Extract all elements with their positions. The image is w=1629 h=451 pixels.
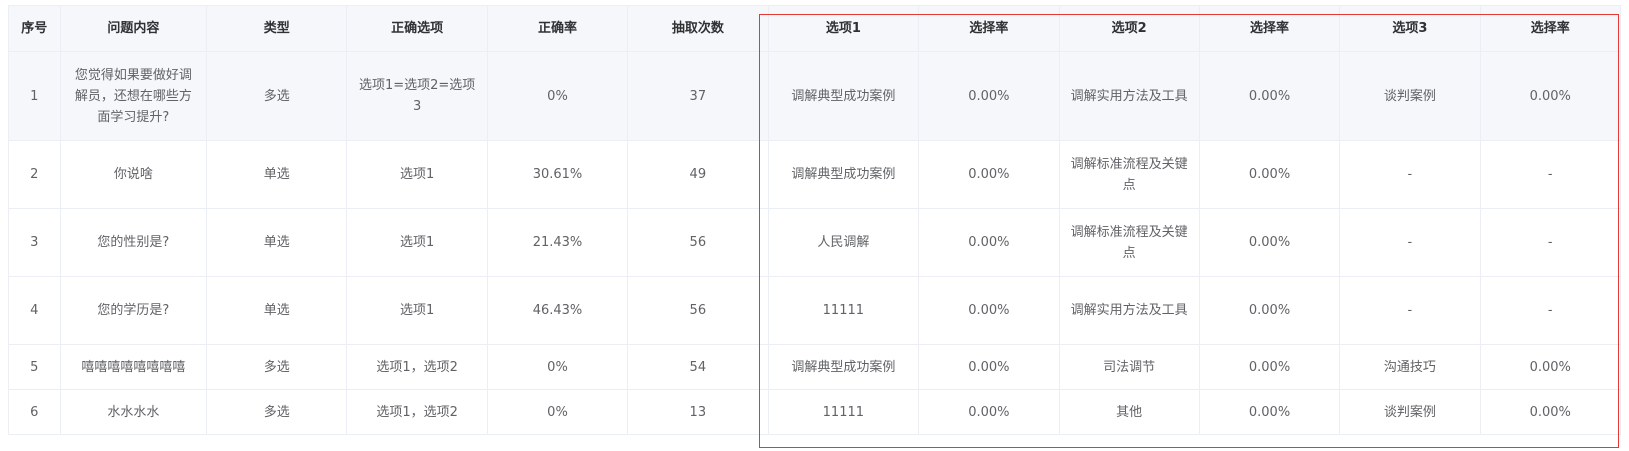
cell-correct-option: 选项1 bbox=[346, 208, 488, 277]
cell-option2: 调解实用方法及工具 bbox=[1058, 51, 1200, 141]
cell-index: 5 bbox=[8, 344, 61, 390]
cell-question: 您的性别是? bbox=[59, 208, 208, 277]
cell-question: 您的学历是? bbox=[59, 276, 208, 345]
table-row[interactable]: 1 您觉得如果要做好调解员，还想在哪些方面学习提升? 多选 选项1=选项2=选项… bbox=[8, 51, 1621, 141]
col-header-correct-option[interactable]: 正确选项 bbox=[346, 5, 488, 52]
cell-draw-count: 37 bbox=[627, 51, 769, 141]
cell-index: 2 bbox=[8, 140, 61, 209]
cell-correct-rate: 0% bbox=[486, 344, 629, 390]
col-header-type[interactable]: 类型 bbox=[206, 5, 348, 52]
cell-option2-rate: 0.00% bbox=[1198, 51, 1341, 141]
cell-question: 水水水水 bbox=[59, 389, 208, 435]
cell-option3: 沟通技巧 bbox=[1339, 344, 1481, 390]
col-header-option2[interactable]: 选项2 bbox=[1058, 5, 1200, 52]
table-row[interactable]: 4 您的学历是? 单选 选项1 46.43% 56 11111 0.00% 调解… bbox=[8, 276, 1621, 345]
cell-option3: - bbox=[1339, 276, 1481, 345]
col-header-option1-rate[interactable]: 选择率 bbox=[918, 5, 1060, 52]
cell-option1: 调解典型成功案例 bbox=[767, 51, 920, 141]
cell-option3: - bbox=[1339, 140, 1481, 209]
cell-question: 嘻嘻嘻嘻嘻嘻嘻嘻 bbox=[59, 344, 208, 390]
cell-option1-rate: 0.00% bbox=[918, 51, 1060, 141]
cell-option1: 人民调解 bbox=[767, 208, 920, 277]
cell-option1: 调解典型成功案例 bbox=[767, 140, 920, 209]
cell-option2-rate: 0.00% bbox=[1198, 208, 1341, 277]
cell-option1-rate: 0.00% bbox=[918, 140, 1060, 209]
cell-option1: 11111 bbox=[767, 276, 920, 345]
table-row[interactable]: 5 嘻嘻嘻嘻嘻嘻嘻嘻 多选 选项1，选项2 0% 54 调解典型成功案例 0.0… bbox=[8, 344, 1621, 390]
col-header-question[interactable]: 问题内容 bbox=[59, 5, 208, 52]
table-row[interactable]: 3 您的性别是? 单选 选项1 21.43% 56 人民调解 0.00% 调解标… bbox=[8, 208, 1621, 277]
cell-correct-option: 选项1 bbox=[346, 276, 488, 345]
col-header-option3[interactable]: 选项3 bbox=[1339, 5, 1481, 52]
col-header-option2-rate[interactable]: 选择率 bbox=[1198, 5, 1341, 52]
cell-option1-rate: 0.00% bbox=[918, 208, 1060, 277]
cell-option2: 调解标准流程及关键点 bbox=[1058, 140, 1200, 209]
table-body: 1 您觉得如果要做好调解员，还想在哪些方面学习提升? 多选 选项1=选项2=选项… bbox=[8, 51, 1621, 435]
cell-type: 多选 bbox=[206, 344, 348, 390]
cell-option3: - bbox=[1339, 208, 1481, 277]
cell-option3-rate: - bbox=[1479, 140, 1621, 209]
table-header: 序号 问题内容 类型 正确选项 正确率 抽取次数 选项1 选择率 选项2 选择率… bbox=[8, 5, 1621, 52]
cell-option2: 调解标准流程及关键点 bbox=[1058, 208, 1200, 277]
cell-option2-rate: 0.00% bbox=[1198, 140, 1341, 209]
cell-option2-rate: 0.00% bbox=[1198, 389, 1341, 435]
cell-type: 多选 bbox=[206, 389, 348, 435]
question-stats-table-wrapper: 序号 问题内容 类型 正确选项 正确率 抽取次数 选项1 选择率 选项2 选择率… bbox=[8, 5, 1621, 451]
cell-correct-rate: 0% bbox=[486, 389, 629, 435]
cell-option2-rate: 0.00% bbox=[1198, 344, 1341, 390]
cell-draw-count: 13 bbox=[627, 389, 769, 435]
question-stats-table: 序号 问题内容 类型 正确选项 正确率 抽取次数 选项1 选择率 选项2 选择率… bbox=[8, 5, 1621, 435]
cell-index: 1 bbox=[8, 51, 61, 141]
cell-index: 3 bbox=[8, 208, 61, 277]
col-header-option1[interactable]: 选项1 bbox=[767, 5, 920, 52]
cell-correct-option: 选项1，选项2 bbox=[346, 344, 488, 390]
cell-correct-option: 选项1 bbox=[346, 140, 488, 209]
cell-correct-rate: 0% bbox=[486, 51, 629, 141]
cell-index: 6 bbox=[8, 389, 61, 435]
cell-option1-rate: 0.00% bbox=[918, 389, 1060, 435]
cell-question: 你说啥 bbox=[59, 140, 208, 209]
cell-option3-rate: 0.00% bbox=[1479, 344, 1621, 390]
cell-index: 4 bbox=[8, 276, 61, 345]
cell-option3: 谈判案例 bbox=[1339, 389, 1481, 435]
cell-draw-count: 49 bbox=[627, 140, 769, 209]
col-header-option3-rate[interactable]: 选择率 bbox=[1479, 5, 1621, 52]
cell-correct-rate: 21.43% bbox=[486, 208, 629, 277]
col-header-draw-count[interactable]: 抽取次数 bbox=[627, 5, 769, 52]
cell-option1-rate: 0.00% bbox=[918, 276, 1060, 345]
cell-option3-rate: 0.00% bbox=[1479, 389, 1621, 435]
cell-draw-count: 56 bbox=[627, 276, 769, 345]
cell-correct-option: 选项1=选项2=选项3 bbox=[346, 51, 488, 141]
cell-type: 多选 bbox=[206, 51, 348, 141]
cell-option2: 司法调节 bbox=[1058, 344, 1200, 390]
table-row[interactable]: 6 水水水水 多选 选项1，选项2 0% 13 11111 0.00% 其他 0… bbox=[8, 389, 1621, 435]
cell-option3-rate: - bbox=[1479, 276, 1621, 345]
cell-question: 您觉得如果要做好调解员，还想在哪些方面学习提升? bbox=[59, 51, 208, 141]
cell-option1-rate: 0.00% bbox=[918, 344, 1060, 390]
cell-correct-rate: 46.43% bbox=[486, 276, 629, 345]
col-header-correct-rate[interactable]: 正确率 bbox=[486, 5, 629, 52]
cell-correct-option: 选项1，选项2 bbox=[346, 389, 488, 435]
cell-option2: 调解实用方法及工具 bbox=[1058, 276, 1200, 345]
cell-option3-rate: - bbox=[1479, 208, 1621, 277]
col-header-index[interactable]: 序号 bbox=[8, 5, 61, 52]
cell-draw-count: 56 bbox=[627, 208, 769, 277]
cell-type: 单选 bbox=[206, 140, 348, 209]
cell-option2-rate: 0.00% bbox=[1198, 276, 1341, 345]
table-row[interactable]: 2 你说啥 单选 选项1 30.61% 49 调解典型成功案例 0.00% 调解… bbox=[8, 140, 1621, 209]
cell-option1: 调解典型成功案例 bbox=[767, 344, 920, 390]
cell-option1: 11111 bbox=[767, 389, 920, 435]
cell-correct-rate: 30.61% bbox=[486, 140, 629, 209]
cell-option3-rate: 0.00% bbox=[1479, 51, 1621, 141]
cell-type: 单选 bbox=[206, 276, 348, 345]
header-row: 序号 问题内容 类型 正确选项 正确率 抽取次数 选项1 选择率 选项2 选择率… bbox=[8, 5, 1621, 52]
cell-draw-count: 54 bbox=[627, 344, 769, 390]
cell-option2: 其他 bbox=[1058, 389, 1200, 435]
cell-option3: 谈判案例 bbox=[1339, 51, 1481, 141]
cell-type: 单选 bbox=[206, 208, 348, 277]
